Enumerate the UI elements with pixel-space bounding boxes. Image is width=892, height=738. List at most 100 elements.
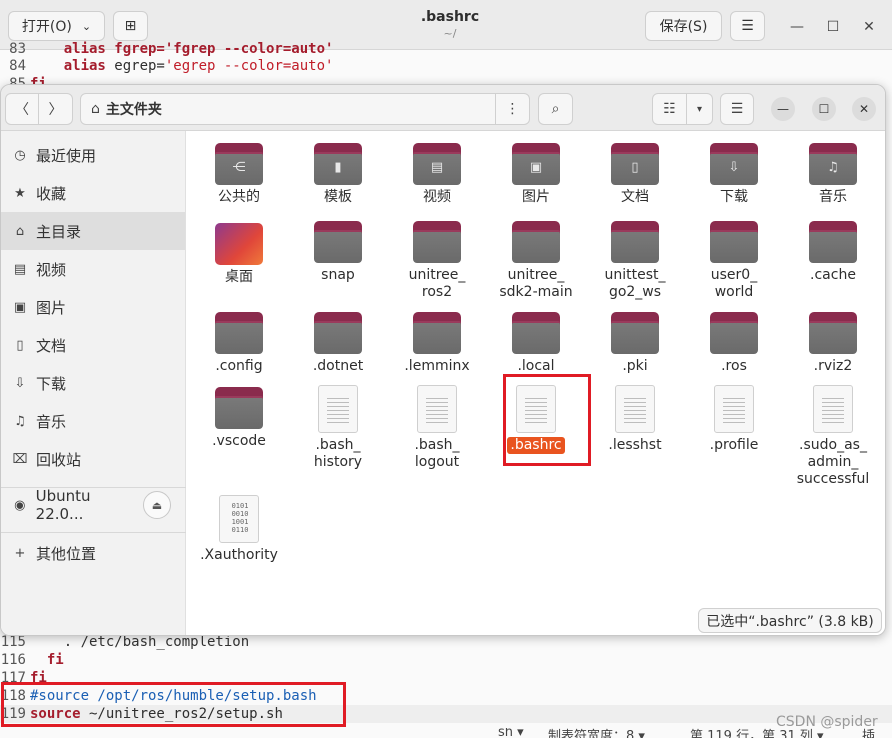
list-view-button[interactable]: ☷ xyxy=(652,93,687,125)
item-label: .bash_ logout xyxy=(414,437,460,470)
folder-vscode[interactable]: .vscode xyxy=(191,387,287,450)
sidebar-item-music[interactable]: ♫ 音乐 xyxy=(1,402,185,440)
folder-lemminx[interactable]: .lemminx xyxy=(389,312,485,375)
folder-public[interactable]: ⋲ 公共的 xyxy=(191,143,287,206)
path-label: 主文件夹 xyxy=(105,102,162,118)
editor-status-bar: sh ▾ 制表符宽度：8 ▾ 第 119 行，第 31 列 ▾ 插 xyxy=(0,728,892,738)
more-vertical-icon: ⋮ xyxy=(505,101,520,117)
clock-icon: ◷ xyxy=(14,147,26,163)
path-menu-button[interactable]: ⋮ xyxy=(496,93,530,125)
folder-icon xyxy=(710,221,758,263)
item-label: 下载 xyxy=(720,189,748,205)
folder-dotnet[interactable]: .dotnet xyxy=(290,312,386,375)
list-icon: ☷ xyxy=(663,101,676,117)
file-lesshst[interactable]: .lesshst xyxy=(587,385,683,454)
hamburger-icon: ☰ xyxy=(730,101,744,117)
folder-pictures[interactable]: ▣ 图片 xyxy=(488,143,584,206)
folder-unitree-ros2[interactable]: unitree_ ros2 xyxy=(389,221,485,301)
folder-videos[interactable]: ▤ 视频 xyxy=(389,143,485,206)
folder-icon xyxy=(413,221,461,263)
folder-icon: ⇩ xyxy=(710,143,758,185)
folder-icon: ♫ xyxy=(809,143,857,185)
desktop-folder-icon xyxy=(215,223,263,265)
disk-icon: ◉ xyxy=(14,497,26,513)
file-sudo-as-admin-successful[interactable]: .sudo_as_ admin_ successful xyxy=(785,385,881,488)
sidebar-item-label: Ubuntu 22.0... xyxy=(35,487,91,523)
folder-pki[interactable]: .pki xyxy=(587,312,683,375)
sidebar-item-downloads[interactable]: ⇩ 下载 xyxy=(1,364,185,402)
file-bash-logout[interactable]: .bash_ logout xyxy=(389,385,485,471)
file-profile[interactable]: .profile xyxy=(686,385,782,454)
new-tab-button[interactable]: ⊞ xyxy=(113,11,148,41)
folder-desktop[interactable]: 桌面 xyxy=(191,223,287,286)
sidebar-item-home[interactable]: ⌂ 主目录 xyxy=(1,212,185,250)
folder-icon xyxy=(314,312,362,354)
new-document-icon: ⊞ xyxy=(124,18,137,34)
save-button[interactable]: 保存(S) xyxy=(645,11,722,41)
folder-downloads[interactable]: ⇩ 下载 xyxy=(686,143,782,206)
sidebar-item-device[interactable]: ◉ Ubuntu 22.0... xyxy=(1,486,141,524)
tab-width-selector[interactable]: 制表符宽度：8 ▾ xyxy=(548,728,645,738)
close-button[interactable]: ✕ xyxy=(859,17,879,37)
open-button[interactable]: 打开(O) ⌄ xyxy=(8,11,105,41)
sidebar-item-recent[interactable]: ◷ 最近使用 xyxy=(1,136,185,174)
folder-icon xyxy=(215,312,263,354)
item-label: unitree_ ros2 xyxy=(408,267,466,300)
forward-button[interactable]: 〉 xyxy=(39,93,73,125)
plus-icon: + xyxy=(14,545,26,561)
code-line: 116 fi xyxy=(0,651,892,669)
code-line: 84 alias egrep='egrep --color=auto' xyxy=(0,57,892,75)
image-icon: ▣ xyxy=(13,299,27,315)
item-label: .config xyxy=(215,358,263,374)
sidebar-item-other-locations[interactable]: + 其他位置 xyxy=(1,534,185,572)
folder-local[interactable]: .local xyxy=(488,312,584,375)
highlight-annotation-box xyxy=(1,682,346,727)
folder-user0-world[interactable]: user0_ world xyxy=(686,221,782,301)
minimize-button[interactable]: — xyxy=(771,97,795,121)
text-file-icon xyxy=(714,385,754,433)
folder-unitree-sdk2-main[interactable]: unitree_ sdk2-main xyxy=(488,221,584,301)
sidebar-item-documents[interactable]: ▯ 文档 xyxy=(1,326,185,364)
folder-music[interactable]: ♫ 音乐 xyxy=(785,143,881,206)
folder-unittest-go2-ws[interactable]: unittest_ go2_ws xyxy=(587,221,683,301)
item-label: .vscode xyxy=(212,433,266,449)
item-label: .local xyxy=(517,358,555,374)
sidebar-item-pictures[interactable]: ▣ 图片 xyxy=(1,288,185,326)
folder-ros[interactable]: .ros xyxy=(686,312,782,375)
item-label: .sudo_as_ admin_ successful xyxy=(796,437,870,487)
file-manager-window: 〈 〉 ⌂ 主文件夹 ⋮ ⌕ ☷ ▾ ☰ — ☐ ✕ ◷ 最近使用 ★ 收藏 ⌂ 主目… xyxy=(0,84,886,636)
folder-rviz2[interactable]: .rviz2 xyxy=(785,312,881,375)
language-selector[interactable]: sh ▾ xyxy=(498,728,524,738)
close-button[interactable]: ✕ xyxy=(852,97,876,121)
main-menu-button[interactable]: ☰ xyxy=(720,93,754,125)
sidebar-item-starred[interactable]: ★ 收藏 xyxy=(1,174,185,212)
folder-icon xyxy=(314,221,362,263)
folder-snap[interactable]: snap xyxy=(290,221,386,284)
back-button[interactable]: 〈 xyxy=(5,93,39,125)
minimize-button[interactable]: — xyxy=(787,17,807,37)
view-options-button[interactable]: ▾ xyxy=(687,93,713,125)
folder-icon: ▣ xyxy=(512,143,560,185)
code-text: alias fgrep='fgrep --color=auto' xyxy=(30,41,334,57)
folder-templates[interactable]: ▮ 模板 xyxy=(290,143,386,206)
window-title: .bashrc xyxy=(420,9,480,25)
sidebar-item-label: 回收站 xyxy=(36,450,82,469)
path-bar[interactable]: ⌂ 主文件夹 xyxy=(80,93,496,125)
maximize-button[interactable]: ☐ xyxy=(823,17,843,37)
main-menu-button[interactable]: ☰ xyxy=(730,11,765,41)
sidebar-item-videos[interactable]: ▤ 视频 xyxy=(1,250,185,288)
code-string: 'egrep --color=auto' xyxy=(164,58,334,74)
file-xauthority[interactable]: 0101 0010 1001 0110 .Xauthority xyxy=(191,495,287,564)
folder-cache[interactable]: .cache xyxy=(785,221,881,284)
star-icon: ★ xyxy=(14,185,26,201)
eject-button[interactable]: ⏏ xyxy=(143,491,171,519)
folder-documents[interactable]: ▯ 文档 xyxy=(587,143,683,206)
search-button[interactable]: ⌕ xyxy=(538,93,573,125)
window-subtitle: ~/ xyxy=(443,27,457,40)
file-bash-history[interactable]: .bash_ history xyxy=(290,385,386,471)
maximize-button[interactable]: ☐ xyxy=(812,97,836,121)
sidebar-item-label: 最近使用 xyxy=(36,146,97,165)
folder-config[interactable]: .config xyxy=(191,312,287,375)
sidebar-item-trash[interactable]: ⌧ 回收站 xyxy=(1,440,185,478)
item-label: .cache xyxy=(810,267,856,283)
